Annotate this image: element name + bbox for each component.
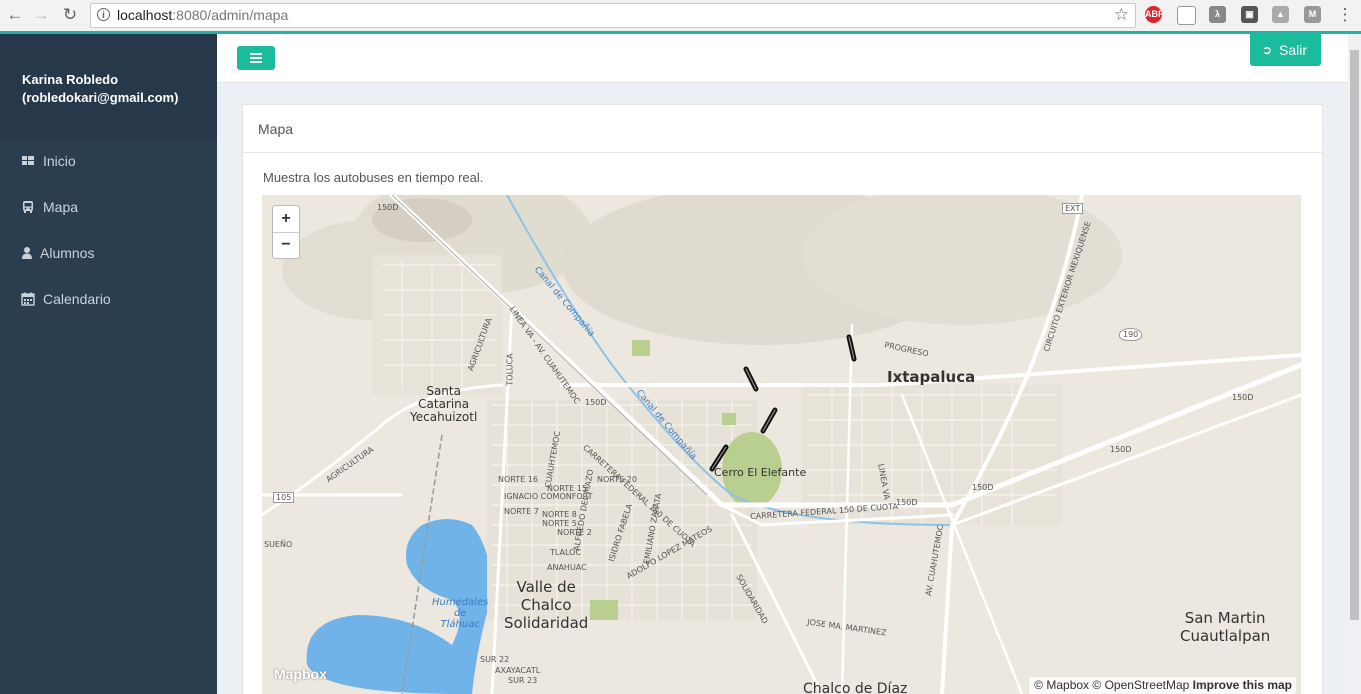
panel-title: Mapa: [258, 121, 294, 137]
attribution-osm-link[interactable]: © OpenStreetMap: [1092, 678, 1189, 692]
place-label-ixtapaluca: Ixtapaluca: [887, 368, 976, 386]
attribution-mapbox-link[interactable]: © Mapbox: [1034, 678, 1089, 692]
logout-button[interactable]: ➲ Salir: [1250, 34, 1321, 66]
sidebar-item-label: Alumnos: [40, 245, 95, 261]
mapbox-logo[interactable]: Mapbox: [274, 666, 327, 682]
shield-ext-icon[interactable]: [1177, 6, 1196, 25]
road-label: SUR 22: [480, 655, 510, 664]
sidebar-item-label: Inicio: [43, 153, 76, 169]
map-background: [262, 195, 1301, 694]
user-name: Karina Robledo (robledokari@gmail.com): [22, 71, 178, 107]
place-label-valle-chalco: Valle de Chalco Solidaridad: [504, 578, 589, 632]
bus-icon: [23, 201, 33, 213]
map-canvas[interactable]: Ixtapaluca Santa Catarina Yecahuizotl Ce…: [262, 195, 1301, 694]
road-label: EXT: [1062, 203, 1084, 214]
user-panel: Karina Robledo (robledokari@gmail.com): [0, 34, 217, 139]
sidebar-toggle-button[interactable]: [237, 46, 275, 70]
sidebar-item-mapa[interactable]: Mapa: [0, 188, 217, 228]
road-label: 150D: [896, 498, 918, 507]
panel-description: Muestra los autobuses en tiempo real.: [263, 170, 484, 185]
place-label-chalco: Chalco de Díaz: [803, 681, 908, 694]
sidebar-item-label: Mapa: [43, 199, 79, 215]
road-label: 150D: [585, 398, 607, 407]
road-label: NORTE 5: [542, 519, 577, 528]
road-label: 150D: [377, 203, 399, 212]
sidebar: Karina Robledo (robledokari@gmail.com) I…: [0, 34, 217, 694]
scrollbar-thumb[interactable]: [1350, 50, 1359, 620]
road-label: ANAHUAC: [547, 563, 587, 572]
place-label-san-martin: San Martin Cuautlalpan: [1180, 609, 1271, 645]
dashboard-icon: [22, 156, 34, 165]
road-label: NORTE 7: [504, 507, 539, 516]
road-shield-190: 190: [1119, 328, 1143, 341]
browser-toolbar: ← → ↻ i localhost:8080/admin/mapa ☆ ABP …: [0, 0, 1361, 32]
road-label: 105: [273, 492, 295, 503]
hamburger-icon: [250, 53, 262, 55]
url-path: :8080/admin/mapa: [172, 7, 289, 23]
panel-header: Mapa: [243, 105, 1322, 153]
back-arrow-icon[interactable]: ←: [4, 4, 26, 26]
road-label: NORTE 16: [498, 475, 538, 484]
drive-ext-icon[interactable]: ▲: [1272, 6, 1289, 23]
user-email: (robledokari@gmail.com): [22, 90, 179, 105]
user-full-name: Karina Robledo: [22, 72, 119, 87]
bookmark-star-icon[interactable]: ☆: [1114, 5, 1129, 25]
place-label-humedales: Humedales de Tláhuac: [432, 597, 489, 630]
save-ext-icon[interactable]: ▣: [1241, 6, 1258, 23]
improve-map-link[interactable]: Improve this map: [1193, 678, 1292, 692]
info-icon[interactable]: i: [97, 8, 110, 21]
sign-out-icon: ➲: [1262, 43, 1273, 57]
forward-arrow-icon[interactable]: →: [30, 4, 52, 26]
road-label: TOLUCA: [505, 353, 515, 386]
road-label: SUR 23: [508, 676, 538, 685]
road-label: NORTE 8: [542, 510, 577, 519]
place-label-cerro: Cerro El Elefante: [714, 466, 807, 479]
url-text: localhost:8080/admin/mapa: [117, 7, 288, 23]
logout-label: Salir: [1279, 42, 1308, 58]
lambda-ext-icon[interactable]: λ: [1209, 6, 1226, 23]
map-attribution: © Mapbox © OpenStreetMap Improve this ma…: [1029, 677, 1296, 694]
m-ext-icon[interactable]: M: [1304, 6, 1321, 23]
sidebar-item-inicio[interactable]: Inicio: [0, 142, 217, 182]
more-menu-icon[interactable]: ⋮: [1334, 4, 1356, 26]
sidebar-item-label: Calendario: [43, 291, 111, 307]
road-label: SUEÑO: [264, 540, 293, 549]
url-host: localhost: [117, 7, 173, 23]
user-icon: [22, 247, 32, 259]
address-bar[interactable]: i localhost:8080/admin/mapa ☆: [90, 3, 1136, 28]
zoom-in-button[interactable]: +: [273, 206, 299, 233]
place-label-santa-catarina: Santa Catarina Yecahuizotl: [410, 384, 478, 424]
calendar-icon: [21, 292, 35, 306]
zoom-out-button[interactable]: −: [273, 232, 299, 258]
sidebar-item-calendario[interactable]: Calendario: [0, 280, 217, 320]
sidebar-item-alumnos[interactable]: Alumnos: [0, 234, 217, 274]
road-label: 150D: [972, 483, 994, 492]
page-scrollbar[interactable]: [1348, 34, 1361, 694]
map-zoom-control: + −: [272, 205, 300, 259]
road-label: AXAYACATL: [495, 666, 541, 675]
road-label: 150D: [1110, 445, 1132, 454]
reload-icon[interactable]: ↻: [59, 4, 81, 26]
road-label: IGNACIO COMONFORT: [504, 492, 593, 501]
adblock-icon[interactable]: ABP: [1145, 6, 1164, 23]
top-navbar: ➲ Salir: [217, 34, 1348, 83]
road-label: 150D: [1232, 393, 1254, 402]
road-label: NORTE 20: [597, 475, 637, 484]
